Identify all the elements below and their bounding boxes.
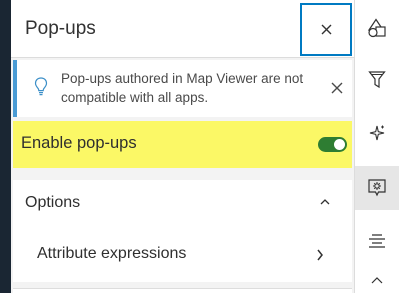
panel-title: Pop-ups (25, 18, 96, 39)
action-fields[interactable] (355, 220, 399, 264)
action-filter[interactable] (355, 58, 399, 102)
options-title: Options (25, 194, 81, 211)
enable-popups-label: Enable pop-ups (21, 134, 137, 152)
map-edge (0, 0, 11, 293)
dismiss-notice-icon[interactable] (329, 80, 345, 96)
lightbulb-icon (34, 77, 48, 96)
chevron-right-icon (317, 249, 323, 261)
collapse-up-icon (371, 276, 383, 283)
action-collapse[interactable] (355, 268, 399, 293)
close-panel-button[interactable] (300, 3, 352, 56)
attribute-expressions-label: Attribute expressions (37, 245, 187, 262)
notice-text: Pop-ups authored in Map Viewer are not c… (61, 71, 304, 105)
enable-popups-row: Enable pop-ups (13, 121, 352, 168)
attribute-expressions-item[interactable]: Attribute expressions (13, 236, 352, 276)
options-header[interactable]: Options (13, 180, 352, 226)
close-icon (321, 24, 331, 35)
popups-panel: Pop-ups Pop-ups authored in Map Viewer a… (11, 0, 354, 293)
action-configure-popups[interactable] (355, 166, 399, 210)
shapes-icon (367, 18, 386, 38)
compatibility-notice: Pop-ups authored in Map Viewer are not c… (13, 60, 352, 117)
options-section: Options Attribute expressions (13, 180, 352, 282)
action-effects[interactable] (355, 111, 399, 155)
toggle-knob (334, 139, 345, 150)
chevron-up-icon (320, 199, 330, 205)
action-bar (354, 0, 399, 293)
filter-icon (368, 71, 386, 89)
next-section-edge (13, 288, 352, 293)
action-styles[interactable] (355, 6, 399, 50)
fields-list-icon (369, 234, 385, 248)
panel-header: Pop-ups (11, 0, 354, 58)
enable-popups-toggle[interactable] (318, 137, 347, 152)
map-viewer-popups-screen: Pop-ups Pop-ups authored in Map Viewer a… (0, 0, 399, 293)
effects-sparkle-icon (369, 125, 385, 141)
popup-config-icon (368, 179, 386, 197)
